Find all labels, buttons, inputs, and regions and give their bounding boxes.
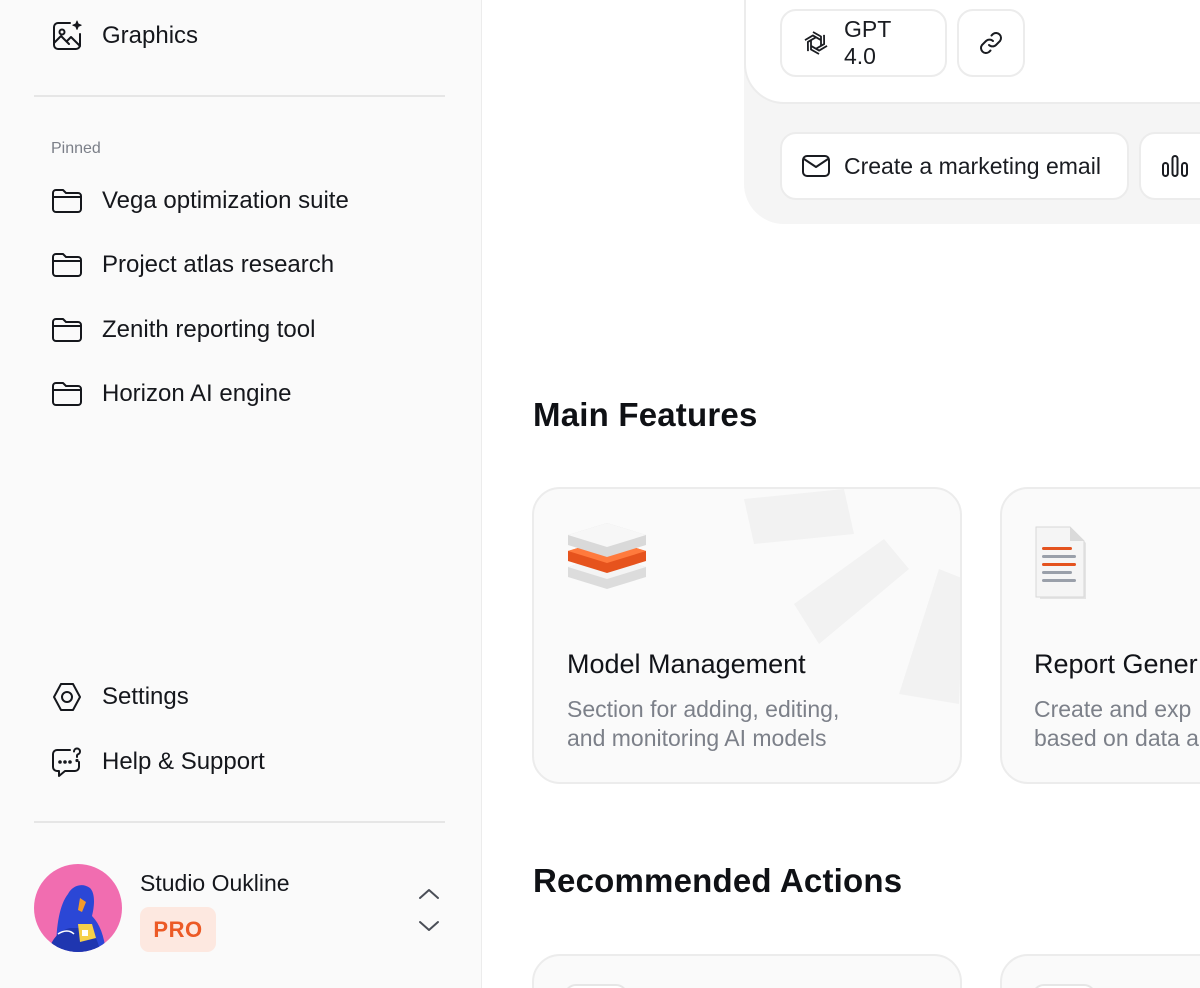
settings-icon xyxy=(53,683,81,711)
sidebar-item-graphics[interactable]: Graphics xyxy=(50,16,198,56)
feature-card-description-line: based on data a xyxy=(1034,725,1199,751)
plan-badge: PRO xyxy=(140,907,216,952)
avatar xyxy=(34,864,122,952)
recommended-actions-heading: Recommended Actions xyxy=(533,862,903,899)
sidebar-item-label: Vega optimization suite xyxy=(102,187,349,214)
action-card[interactable] xyxy=(1000,954,1200,988)
profile-name: Studio Oukline xyxy=(140,870,290,896)
folder-icon xyxy=(52,253,82,277)
bar-chart-icon xyxy=(1162,155,1188,177)
pinned-section-label: Pinned xyxy=(51,140,101,157)
action-card-icon-box xyxy=(1032,984,1096,988)
image-sparkle-icon xyxy=(53,20,82,50)
feature-card-title: Model Management xyxy=(567,649,806,679)
mail-icon xyxy=(802,155,830,177)
sidebar-item-label: Horizon AI engine xyxy=(102,380,292,407)
layers-icon xyxy=(568,523,646,589)
feature-card-description: Create and exp based on data a xyxy=(1034,695,1199,753)
feature-card-description-line: Section for adding, editing, xyxy=(567,696,840,722)
sidebar-item-atlas[interactable]: Project atlas research xyxy=(50,245,334,285)
feature-card-description-line: Create and exp xyxy=(1034,696,1192,722)
sidebar-item-label: Project atlas research xyxy=(102,251,335,278)
sidebar-item-label: Graphics xyxy=(102,22,199,49)
feature-card-description-line: and monitoring AI models xyxy=(567,725,827,751)
sidebar-item-label: Zenith reporting tool xyxy=(102,316,316,343)
profile-card[interactable]: Studio Oukline PRO xyxy=(34,864,445,956)
sidebar-item-horizon[interactable]: Horizon AI engine xyxy=(50,374,291,414)
folder-icon xyxy=(52,318,82,342)
feature-card-report-generation[interactable]: Report Gener Create and exp based on dat… xyxy=(1000,487,1200,784)
sidebar-item-label: Settings xyxy=(102,683,189,710)
action-card-icon-box xyxy=(564,984,628,988)
suggestion-chart[interactable] xyxy=(1139,132,1200,200)
sidebar-divider xyxy=(34,821,445,823)
folder-icon xyxy=(52,189,82,213)
sidebar-divider xyxy=(34,95,445,97)
model-label: GPT 4.0 xyxy=(844,16,891,69)
suggestion-label: Create a marketing email xyxy=(844,152,1101,179)
main-features-heading: Main Features xyxy=(533,396,758,433)
openai-icon xyxy=(804,31,828,55)
sidebar-item-zenith[interactable]: Zenith reporting tool xyxy=(50,310,315,350)
attach-link-button[interactable] xyxy=(957,9,1025,77)
feature-card-description: Section for adding, editing, and monitor… xyxy=(567,695,839,753)
document-icon xyxy=(1035,526,1086,599)
feature-card-title: Report Gener xyxy=(1034,649,1198,679)
link-icon xyxy=(980,32,1002,54)
folder-icon xyxy=(52,382,82,406)
model-selector-button[interactable]: GPT 4.0 xyxy=(780,9,947,77)
app-root: Graphics Pinned Vega optimization suite … xyxy=(0,0,1200,988)
help-chat-icon xyxy=(52,747,81,777)
sidebar-item-settings[interactable]: Settings xyxy=(50,677,189,717)
chevron-up-down-icon[interactable] xyxy=(412,884,446,936)
sidebar: Graphics Pinned Vega optimization suite … xyxy=(0,0,482,988)
sidebar-item-help[interactable]: Help & Support xyxy=(50,742,265,782)
suggestion-marketing-email[interactable]: Create a marketing email xyxy=(780,132,1129,200)
feature-card-model-management[interactable]: Model Management Section for adding, edi… xyxy=(532,487,962,784)
sidebar-item-label: Help & Support xyxy=(102,748,265,775)
sidebar-item-vega[interactable]: Vega optimization suite xyxy=(50,181,349,221)
action-card[interactable] xyxy=(532,954,962,988)
